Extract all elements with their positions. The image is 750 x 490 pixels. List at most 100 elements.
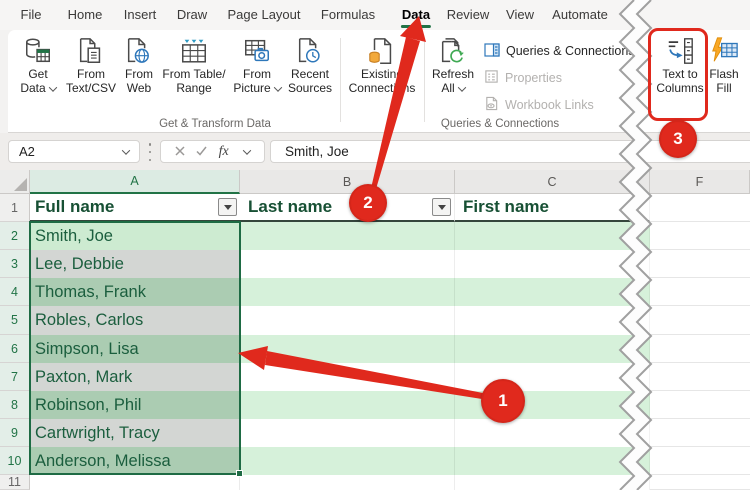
flash-fill-button[interactable]: Flash Fill [686,36,750,95]
cell-c4[interactable] [455,278,650,306]
row-header-9[interactable]: 9 [0,419,30,447]
name-box[interactable]: A2 [8,140,140,163]
row-header-2[interactable]: 2 [0,222,30,250]
cell-a2[interactable]: Smith, Joe [30,222,240,250]
cell-c11[interactable] [455,475,650,490]
cell-b6[interactable] [240,335,455,363]
cell-c2[interactable] [455,222,650,250]
cell-a1-full-name[interactable]: Full name [30,194,240,222]
column-header-a[interactable]: A [30,170,240,194]
row-header-8[interactable]: 8 [0,391,30,419]
tab-draw[interactable]: Draw [177,7,207,22]
refresh-all-button[interactable]: Refresh All [415,36,491,95]
filter-chevron-icon [224,205,232,210]
cell-b4[interactable] [240,278,455,306]
cell-f10[interactable] [650,447,750,475]
cell-b9[interactable] [240,419,455,447]
existing-connections-icon [344,36,420,68]
cell-f6[interactable] [650,335,750,363]
formula-input[interactable]: Smith, Joe [270,140,750,163]
tab-formulas[interactable]: Formulas [321,7,375,22]
table-row: 7 Paxton, Mark [0,363,750,391]
cell-b8[interactable] [240,391,455,419]
workbook-links-button[interactable]: Workbook Links [484,94,594,116]
cell-c6[interactable] [455,335,650,363]
select-all-triangle-icon [14,178,27,191]
row-header-10[interactable]: 10 [0,447,30,475]
cell-b5[interactable] [240,306,455,335]
insert-function-button[interactable]: fx [219,144,229,160]
table-row: 11 [0,475,750,490]
cell-a7[interactable]: Paxton, Mark [30,363,240,391]
cell-f2[interactable] [650,222,750,250]
cell-f5[interactable] [650,306,750,335]
cell-f1[interactable] [650,194,750,222]
column-header-b[interactable]: B [240,170,455,194]
cell-a4[interactable]: Thomas, Frank [30,278,240,306]
cell-a8[interactable]: Robinson, Phil [30,391,240,419]
tab-insert[interactable]: Insert [124,7,157,22]
tab-automate[interactable]: Automate [552,7,608,22]
cell-f9[interactable] [650,419,750,447]
cell-a6[interactable]: Simpson, Lisa [30,335,240,363]
cancel-icon[interactable] [175,143,185,161]
name-box-chevron-icon[interactable] [122,146,130,154]
cell-b3[interactable] [240,250,455,278]
cell-a9[interactable]: Cartwright, Tracy [30,419,240,447]
tab-home[interactable]: Home [68,7,103,22]
row-header-6[interactable]: 6 [0,335,30,363]
cell-c10[interactable] [455,447,650,475]
queries-connections-icon [484,42,500,61]
cell-f4[interactable] [650,278,750,306]
row-header-5[interactable]: 5 [0,306,30,335]
queries-connections-button[interactable]: Queries & Connections [484,40,635,62]
tab-view[interactable]: View [506,7,534,22]
filter-button-last-name[interactable] [432,198,451,216]
cell-a5[interactable]: Robles, Carlos [30,306,240,335]
row-header-4[interactable]: 4 [0,278,30,306]
properties-button[interactable]: Properties [484,67,562,89]
formula-bar-grip-icon [148,143,152,161]
row-header-3[interactable]: 3 [0,250,30,278]
row-header-1[interactable]: 1 [0,194,30,222]
cell-c8[interactable] [455,391,650,419]
cell-a10[interactable]: Anderson, Melissa [30,447,240,475]
select-all-corner[interactable] [0,170,30,194]
row-header-11[interactable]: 11 [0,475,30,490]
cell-b1-last-name[interactable]: Last name [240,194,455,222]
cell-c1-first-name[interactable]: First name [455,194,650,222]
cell-c7[interactable] [455,363,650,391]
filter-button-full-name[interactable] [218,198,237,216]
data-ribbon: Get Data From Text/CSV From Web [8,30,750,133]
column-header-c[interactable]: C [455,170,650,194]
fx-chevron-icon[interactable] [243,146,251,154]
tab-page-layout[interactable]: Page Layout [227,7,300,22]
cell-f11[interactable] [650,475,750,490]
cell-f3[interactable] [650,250,750,278]
recent-sources-button[interactable]: Recent Sources [272,36,348,95]
table-row: 6 Simpson, Lisa [0,335,750,363]
tab-review[interactable]: Review [447,7,490,22]
cell-c9[interactable] [455,419,650,447]
existing-connections-button[interactable]: Existing Connections [344,36,420,95]
column-header-f[interactable]: F [650,170,750,194]
ribbon-tab-bar: File Home Insert Draw Page Layout Formul… [0,0,750,30]
cell-c3[interactable] [455,250,650,278]
flash-fill-icon [686,36,750,68]
cell-c5[interactable] [455,306,650,335]
cell-b7[interactable] [240,363,455,391]
cell-b10[interactable] [240,447,455,475]
cell-b11[interactable] [240,475,455,490]
cell-a11[interactable] [30,475,240,490]
enter-check-icon[interactable] [196,143,207,161]
row-header-7[interactable]: 7 [0,363,30,391]
formula-controls: fx [160,140,265,163]
tab-data[interactable]: Data [402,7,430,22]
group-divider [340,38,341,122]
cell-f8[interactable] [650,391,750,419]
tab-file[interactable]: File [21,7,42,22]
table-header-row: 1 Full name Last name First name [0,194,750,222]
cell-a3[interactable]: Lee, Debbie [30,250,240,278]
cell-b2[interactable] [240,222,455,250]
cell-f7[interactable] [650,363,750,391]
